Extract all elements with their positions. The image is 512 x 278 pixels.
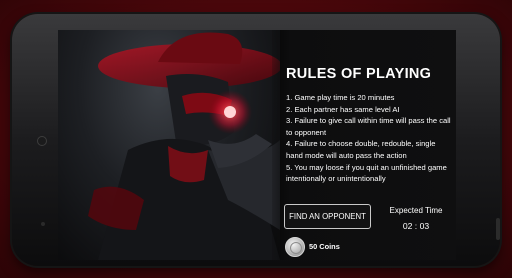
coin-icon (285, 237, 305, 257)
character-illustration (88, 32, 280, 260)
find-opponent-button[interactable]: FIND AN OPPONENT (284, 204, 371, 229)
rule-item: 3. Failure to give call within time will… (286, 116, 451, 137)
rule-item: 5. You may loose if you quit an unfinish… (286, 162, 447, 184)
rules-title: RULES OF PLAYING (286, 66, 432, 82)
rule-item: 1. Game play time is 20 minutes (286, 93, 395, 102)
rule-item: 4. Failure to choose double, redouble, s… (286, 139, 436, 160)
rule-item: 2. Each partner has same level AI (286, 104, 400, 114)
expected-time-value: 02 : 03 (402, 221, 430, 231)
expected-time-label: Expected Time (389, 206, 443, 215)
rules-list: 1. Game play time is 20 minutes 2. Each … (286, 92, 454, 185)
character-artwork (58, 30, 280, 260)
rules-panel: RULES OF PLAYING 1. Game play time is 20… (272, 30, 456, 260)
sensor-dot (41, 222, 45, 226)
game-screen: RULES OF PLAYING 1. Game play time is 20… (58, 30, 456, 260)
front-camera (37, 136, 47, 146)
coin-balance: 50 Coins (309, 242, 340, 251)
side-button (496, 218, 500, 240)
coin-icon-ring (290, 242, 302, 254)
phone-frame: RULES OF PLAYING 1. Game play time is 20… (12, 14, 500, 266)
